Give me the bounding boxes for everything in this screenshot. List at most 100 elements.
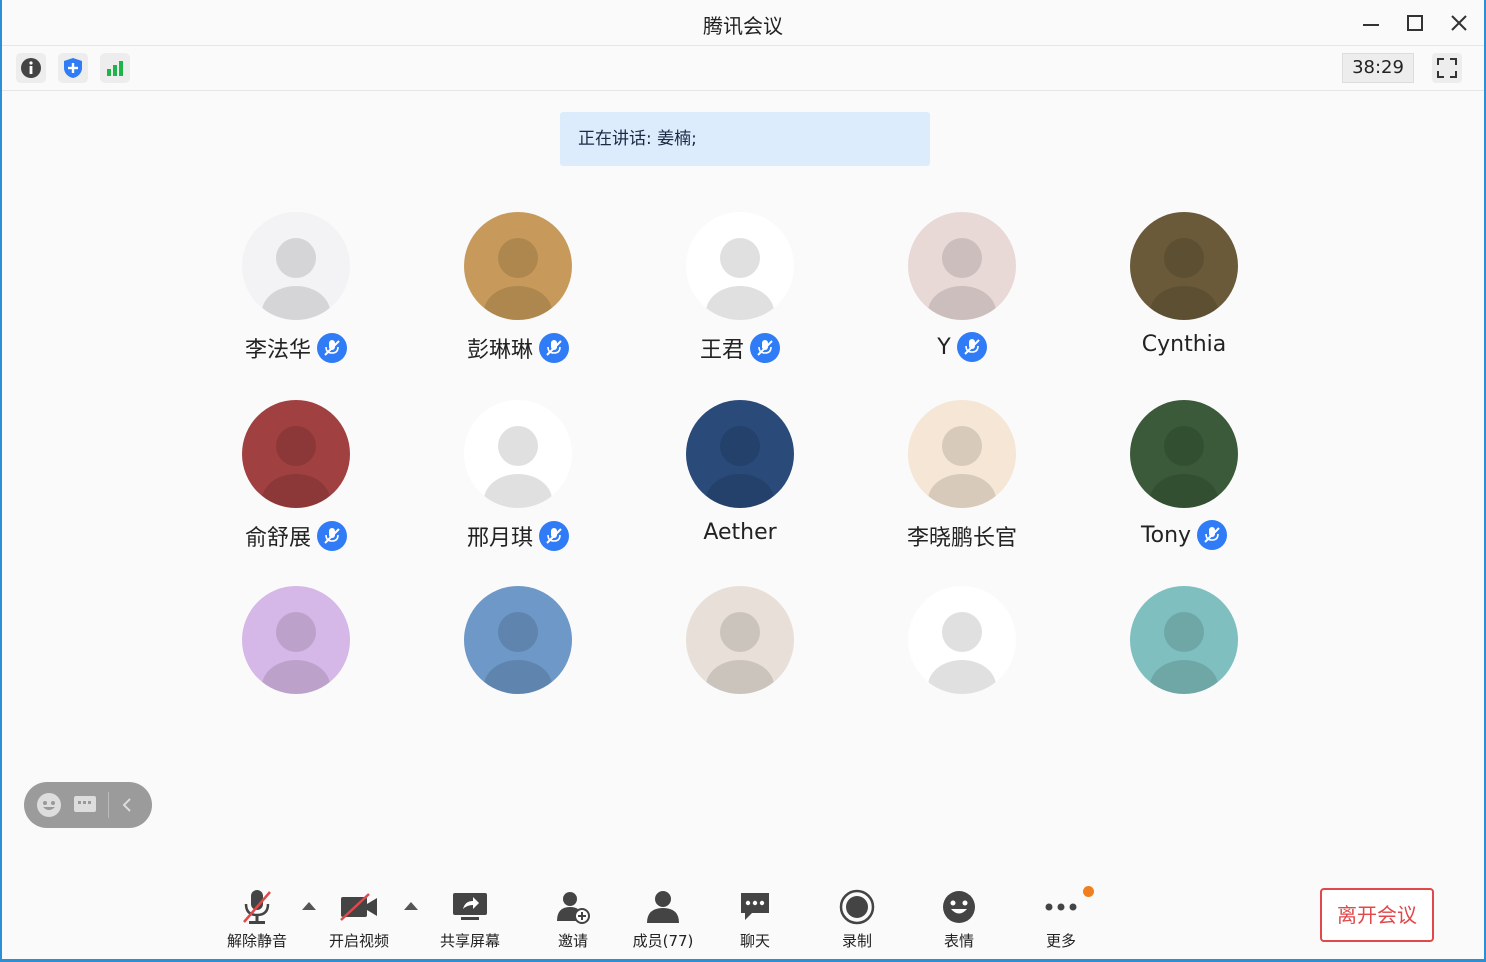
participant-name-row: Aether xyxy=(640,520,840,545)
record-label: 录制 xyxy=(841,932,872,950)
smiley-icon xyxy=(943,891,975,923)
more-label: 更多 xyxy=(1045,932,1076,950)
chat-icon xyxy=(741,893,769,920)
minimize-button[interactable] xyxy=(1358,10,1384,36)
muted-mic-icon xyxy=(1197,520,1228,550)
shield-icon xyxy=(64,58,82,78)
muted-mic-icon xyxy=(750,333,780,363)
participant-avatar xyxy=(1130,586,1238,694)
participant-name-row: Tony xyxy=(1084,520,1284,550)
participant-tile[interactable]: 李法华 xyxy=(196,212,396,382)
participant-avatar xyxy=(908,212,1016,320)
share-screen-button[interactable]: 共享屏幕 xyxy=(425,888,515,951)
participant-tile[interactable] xyxy=(640,586,840,756)
network-status-button[interactable] xyxy=(100,53,130,83)
avatar-image xyxy=(928,426,996,508)
leave-meeting-button[interactable]: 离开会议 xyxy=(1320,888,1434,942)
muted-mic-icon xyxy=(317,333,347,363)
participant-tile[interactable]: Cynthia xyxy=(1084,212,1284,382)
record-button[interactable]: 录制 xyxy=(812,888,902,951)
members-label: 成员(77) xyxy=(632,932,694,950)
participant-tile[interactable]: Tony xyxy=(1084,400,1284,570)
fullscreen-icon xyxy=(1437,58,1457,78)
bottom-toolbar: 解除静音 开启视频 共享屏幕 邀请 成员(77) 聊天 录制 表情 更多 离开会… xyxy=(2,880,1484,958)
start-video-button[interactable]: 开启视频 xyxy=(314,888,404,951)
participant-name: Tony xyxy=(1140,522,1192,548)
avatar-image xyxy=(706,612,774,694)
meeting-info-button[interactable] xyxy=(16,53,46,83)
chat-button[interactable]: 聊天 xyxy=(710,888,800,951)
participant-name: 李法华 xyxy=(244,338,311,363)
invite-button[interactable]: 邀请 xyxy=(528,888,618,951)
speaking-banner: 正在讲话: 姜楠; xyxy=(560,112,930,166)
invite-label: 邀请 xyxy=(557,932,588,950)
participant-name-row: 李法华 xyxy=(196,332,396,364)
participant-name-row: 俞舒展 xyxy=(196,520,396,552)
participant-name-row: Y xyxy=(862,332,1062,362)
muted-mic-icon xyxy=(956,332,987,362)
muted-mic-icon xyxy=(539,333,569,363)
participant-tile[interactable]: Y xyxy=(862,212,1062,382)
participant-name-row: 王君 xyxy=(640,332,840,364)
members-button[interactable]: 成员(77) xyxy=(618,888,708,951)
avatar-image xyxy=(1150,238,1218,320)
participant-tile[interactable] xyxy=(1084,586,1284,756)
emoji-button[interactable]: 表情 xyxy=(914,888,1004,951)
meeting-timer: 38:29 xyxy=(1342,53,1414,83)
participant-avatar xyxy=(242,400,350,508)
participant-avatar xyxy=(1130,212,1238,320)
fullscreen-button[interactable] xyxy=(1432,53,1462,83)
avatar-image xyxy=(928,612,996,694)
participant-name: Y xyxy=(937,334,951,360)
unmute-button[interactable]: 解除静音 xyxy=(212,888,302,951)
participant-tile[interactable] xyxy=(196,586,396,756)
participant-name-row: 李晓鹏长官 xyxy=(862,520,1062,552)
maximize-icon xyxy=(1407,15,1423,31)
members-icon xyxy=(647,891,679,923)
participant-name: 俞舒展 xyxy=(244,526,311,551)
avatar-image xyxy=(484,612,552,694)
participant-name: 王君 xyxy=(699,338,744,363)
record-icon xyxy=(839,889,875,925)
minimize-icon xyxy=(1363,24,1379,26)
chevron-left-icon[interactable] xyxy=(119,795,135,815)
participant-tile[interactable]: 彭琳琳 xyxy=(418,212,618,382)
muted-mic-icon xyxy=(317,521,347,551)
participant-tile[interactable] xyxy=(862,586,1062,756)
participant-tile[interactable]: Aether xyxy=(640,400,840,570)
participant-avatar xyxy=(686,212,794,320)
participant-tile[interactable] xyxy=(418,586,618,756)
participant-avatar xyxy=(242,586,350,694)
participant-tile[interactable]: 邢月琪 xyxy=(418,400,618,570)
avatar-image xyxy=(1150,426,1218,508)
pill-divider xyxy=(108,792,109,818)
title-bar: 腾讯会议 xyxy=(2,0,1484,46)
close-icon xyxy=(1451,15,1467,31)
muted-mic-icon xyxy=(539,521,569,551)
participant-tile[interactable]: 李晓鹏长官 xyxy=(862,400,1062,570)
more-button[interactable]: 更多 xyxy=(1016,888,1106,951)
avatar-image xyxy=(262,426,330,508)
floating-toolbar xyxy=(24,782,152,828)
participant-tile[interactable]: 王君 xyxy=(640,212,840,382)
participant-name-row: Cynthia xyxy=(1084,332,1284,357)
participant-name: 李晓鹏长官 xyxy=(906,526,1017,551)
close-button[interactable] xyxy=(1446,10,1472,36)
participant-name: Cynthia xyxy=(1141,332,1227,357)
participant-tile[interactable]: 俞舒展 xyxy=(196,400,396,570)
maximize-button[interactable] xyxy=(1402,10,1428,36)
video-options-caret[interactable] xyxy=(404,902,418,910)
share-screen-label: 共享屏幕 xyxy=(439,932,500,950)
participant-name: Aether xyxy=(703,520,777,545)
avatar-image xyxy=(706,426,774,508)
participant-avatar xyxy=(686,586,794,694)
participant-name-row: 邢月琪 xyxy=(418,520,618,552)
participant-avatar xyxy=(1130,400,1238,508)
security-button[interactable] xyxy=(58,53,88,83)
notification-dot xyxy=(1083,886,1094,897)
invite-user-icon xyxy=(557,892,590,924)
danmaku-icon[interactable] xyxy=(72,792,98,818)
chat-label: 聊天 xyxy=(739,932,770,950)
participant-avatar xyxy=(686,400,794,508)
emoji-reaction-icon[interactable] xyxy=(36,792,62,818)
